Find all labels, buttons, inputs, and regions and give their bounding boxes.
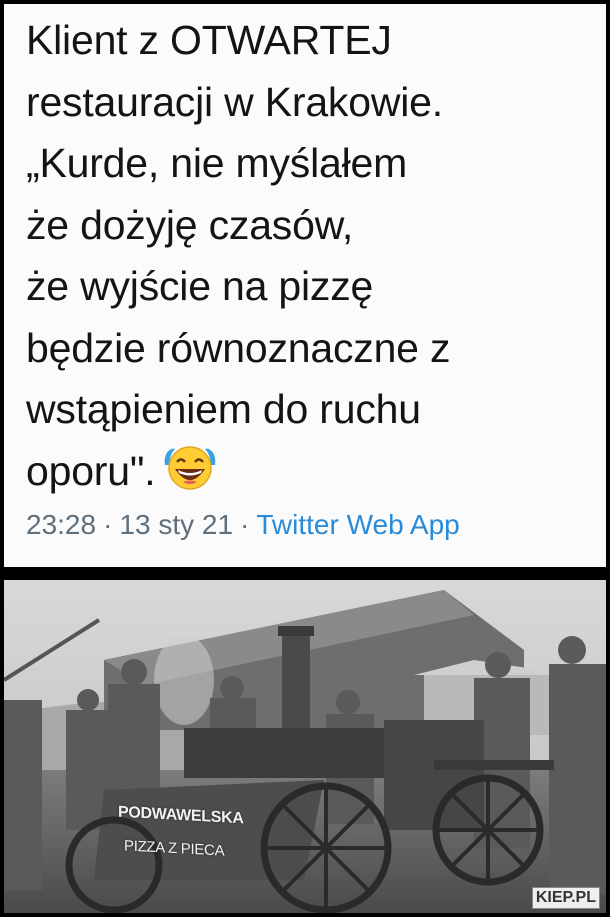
laughing-with-tears-emoji-icon [165, 445, 216, 490]
tweet-source-link[interactable]: Twitter Web App [256, 509, 459, 540]
tweet-text: Klient z OTWARTEJ restauracji w Krakowie… [26, 10, 586, 502]
meta-separator: · [240, 509, 250, 540]
tweet-line: że wyjście na pizzę [26, 263, 374, 309]
tweet-line: będzie równoznaczne z [26, 324, 451, 371]
tweet-meta: 23:28 · 13 sty 21 · Twitter Web App [26, 509, 460, 541]
tweet-line: „Kurde, nie myślałem [26, 140, 408, 186]
tweet-card: Klient z OTWARTEJ restauracji w Krakowie… [4, 4, 606, 567]
tweet-date: 13 sty 21 [119, 509, 234, 540]
site-watermark: KIEP.PL [531, 887, 600, 909]
field-kitchen-photo [4, 580, 606, 913]
tweet-line-last: oporu". [26, 441, 586, 503]
tweet-line: że dożyję czasów, [26, 201, 354, 248]
tweet-line: restauracji w Krakowie. [26, 78, 443, 125]
tweet-line: Klient z OTWARTEJ [26, 17, 392, 63]
tweet-time: 23:28 [26, 509, 97, 540]
historical-photo: PODWAWELSKA PIZZA Z PIECA KIEP.PL [4, 580, 606, 913]
meme-frame: Klient z OTWARTEJ restauracji w Krakowie… [0, 0, 610, 917]
meta-separator: · [103, 509, 113, 540]
tweet-line-text: oporu". [26, 447, 156, 494]
tweet-line: wstąpieniem do ruchu [26, 386, 421, 432]
